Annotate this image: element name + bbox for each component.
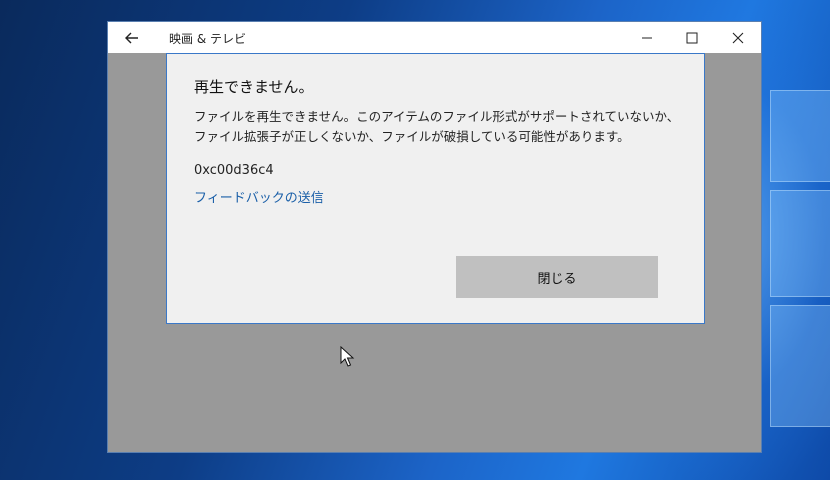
minimize-button[interactable] xyxy=(624,22,670,53)
windows-logo-pane-2 xyxy=(770,190,830,297)
maximize-icon xyxy=(686,32,698,44)
back-button[interactable] xyxy=(116,22,148,53)
minimize-icon xyxy=(642,37,652,39)
title-bar: 映画 & テレビ xyxy=(108,22,761,53)
windows-logo-pane-3 xyxy=(770,305,830,427)
close-dialog-button[interactable]: 閉じる xyxy=(456,256,658,298)
dialog-message: ファイルを再生できません。このアイテムのファイル形式がサポートされていないか、フ… xyxy=(194,109,680,144)
close-window-button[interactable] xyxy=(715,22,761,53)
mouse-pointer-icon xyxy=(340,346,355,367)
dialog-title: 再生できません。 xyxy=(194,78,314,96)
maximize-button[interactable] xyxy=(669,22,715,53)
back-arrow-icon xyxy=(125,32,138,44)
windows-logo-pane-1 xyxy=(770,90,830,182)
error-code: 0xc00d36c4 xyxy=(194,163,274,178)
feedback-link[interactable]: フィードバックの送信 xyxy=(194,187,324,206)
error-dialog: 再生できません。 ファイルを再生できません。このアイテムのファイル形式がサポート… xyxy=(166,53,705,324)
close-icon xyxy=(732,32,744,44)
movies-tv-window: 映画 & テレビ 再生できません。 ファイルを再生できません。このアイテムのファ… xyxy=(108,22,761,452)
window-title: 映画 & テレビ xyxy=(169,32,246,46)
